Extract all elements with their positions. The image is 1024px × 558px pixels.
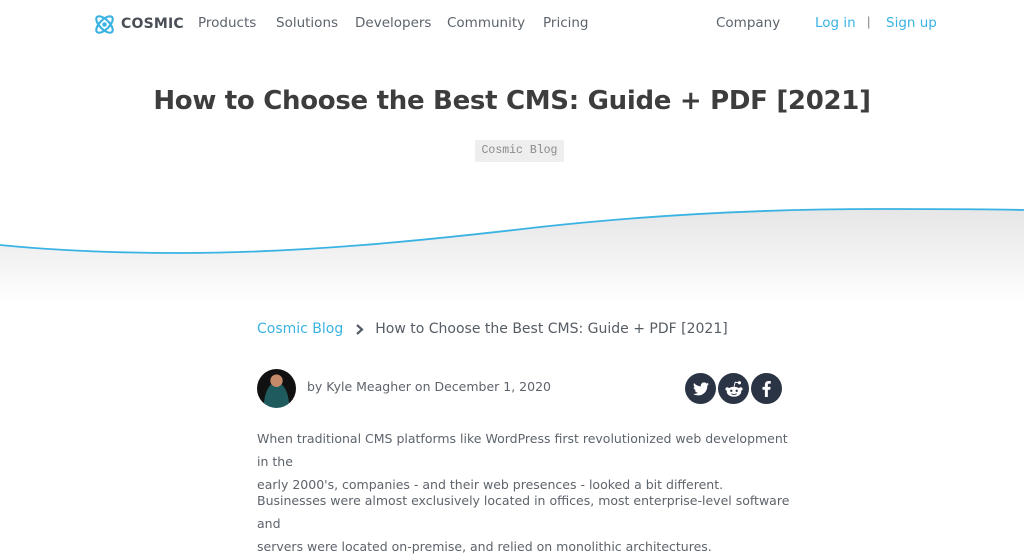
paragraph-line: servers were located on-premise, and rel… — [257, 539, 712, 554]
nav-separator: | — [867, 14, 871, 29]
article-paragraph: Businesses were almost exclusively locat… — [257, 489, 797, 558]
author-row: by Kyle Meagher on December 1, 2020 — [257, 369, 783, 409]
nav-developers[interactable]: Developers — [355, 15, 431, 31]
nav-solutions[interactable]: Solutions — [276, 15, 338, 31]
login-link[interactable]: Log in — [815, 15, 856, 31]
brand-name: COSMIC — [121, 16, 184, 32]
category-tag[interactable]: Cosmic Blog — [475, 140, 564, 162]
chevron-right-icon — [353, 323, 365, 335]
nav-pricing[interactable]: Pricing — [543, 15, 589, 31]
nav-community[interactable]: Community — [447, 15, 525, 31]
author-avatar[interactable] — [257, 369, 296, 408]
paragraph-line: When traditional CMS platforms like Word… — [257, 431, 788, 469]
share-twitter-button[interactable] — [685, 373, 716, 404]
share-reddit-button[interactable] — [718, 373, 749, 404]
facebook-icon — [762, 380, 771, 397]
wave-divider — [0, 208, 1024, 305]
breadcrumb-current: How to Choose the Best CMS: Guide + PDF … — [375, 321, 728, 337]
top-navbar: COSMIC Products Solutions Developers Com… — [0, 0, 1024, 48]
wave-shadow — [0, 209, 1024, 305]
nav-products[interactable]: Products — [198, 15, 256, 31]
cosmic-logo[interactable]: COSMIC — [92, 12, 184, 36]
breadcrumb-parent[interactable]: Cosmic Blog — [257, 321, 343, 337]
article-paragraph: When traditional CMS platforms like Word… — [257, 427, 797, 496]
share-facebook-button[interactable] — [751, 373, 782, 404]
breadcrumb: Cosmic Blog How to Choose the Best CMS: … — [257, 321, 728, 337]
paragraph-line: Businesses were almost exclusively locat… — [257, 493, 790, 531]
atom-logo-icon — [95, 14, 114, 34]
nav-company[interactable]: Company — [716, 15, 780, 31]
twitter-icon — [692, 381, 709, 395]
reddit-icon — [724, 380, 743, 397]
signup-link[interactable]: Sign up — [886, 15, 937, 31]
page-title: How to Choose the Best CMS: Guide + PDF … — [153, 86, 871, 116]
author-byline: by Kyle Meagher on December 1, 2020 — [307, 379, 551, 394]
